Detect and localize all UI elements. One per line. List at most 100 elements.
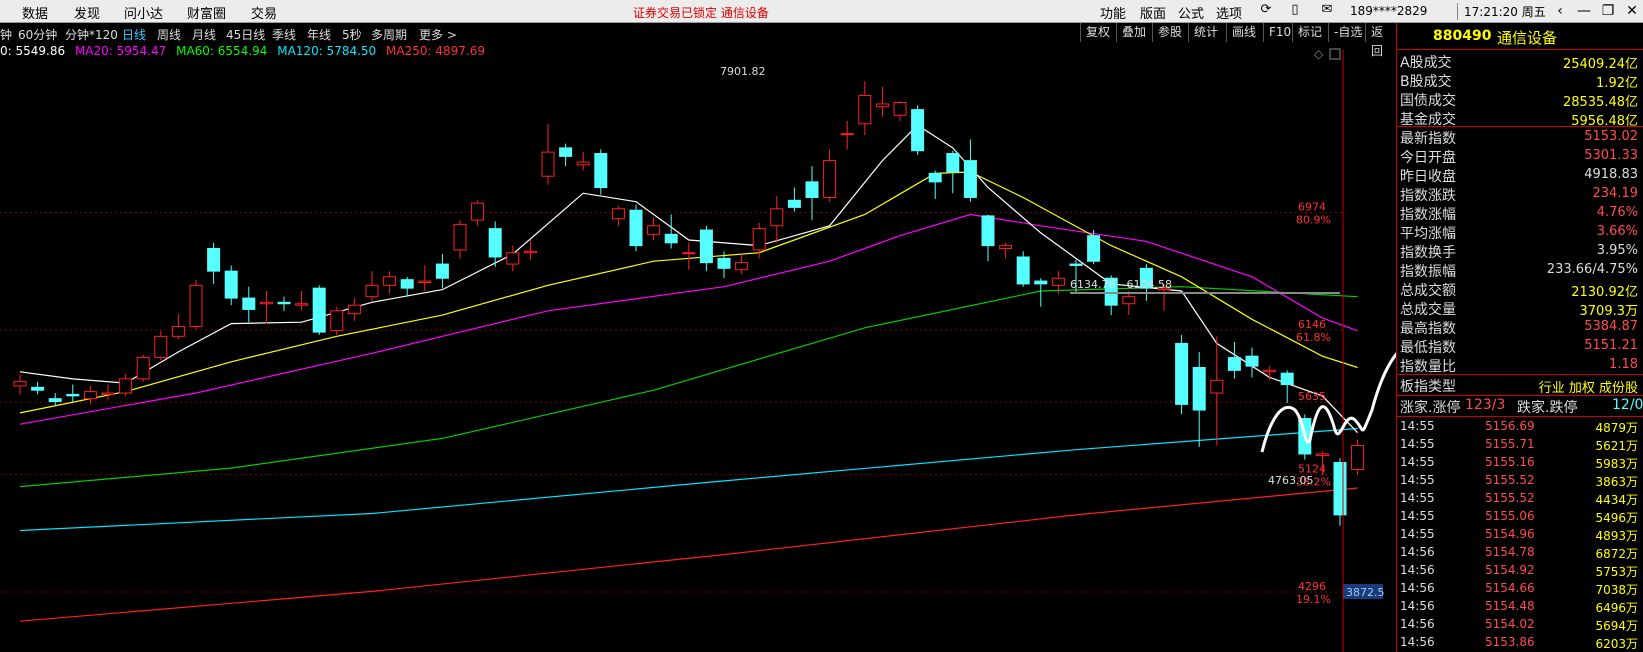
- back-icon[interactable]: ‹: [1548, 1, 1572, 21]
- tick-volume: 6203万: [1595, 637, 1638, 651]
- quote-panel: 880490 通信设备 A股成交 25409.24亿 B股成交 1.92亿 国债成交 28…: [1396, 23, 1643, 652]
- candle-body: [242, 297, 256, 310]
- stat-row: 国债成交 28535.48亿: [1397, 89, 1643, 110]
- candle-body: [963, 160, 977, 198]
- candle-body: [823, 160, 837, 198]
- candle-body: [171, 325, 185, 337]
- low-label: 4763.05: [1268, 474, 1314, 487]
- updown-field: 12/0: [1612, 397, 1643, 413]
- tick-row: 14:56 5153.86 6203万: [1397, 634, 1643, 652]
- candle-body: [735, 262, 749, 271]
- ma-green-line: [19, 286, 1358, 488]
- stat-row: 指数换手 3.95%: [1397, 241, 1643, 261]
- candles: [13, 81, 1365, 526]
- kline-chart[interactable]: 697480.9%614661.8%5635512438.2%429619.1%…: [0, 0, 1396, 652]
- tick-time: 14:56: [1400, 563, 1435, 577]
- tick-volume: 4893万: [1595, 529, 1638, 543]
- tick-time: 14:56: [1400, 617, 1435, 631]
- tick-price: 5156.69: [1485, 419, 1535, 433]
- high-label: 7901.82: [720, 65, 766, 78]
- restore-icon[interactable]: ❐: [1596, 1, 1620, 21]
- stat-label: 指数涨跌: [1400, 188, 1456, 204]
- candle-body: [31, 386, 45, 391]
- candle-body: [611, 208, 625, 220]
- stat-row: 指数涨跌 234.19: [1397, 184, 1643, 204]
- expand-icon[interactable]: [1329, 48, 1341, 60]
- candle-body: [1227, 357, 1241, 371]
- tick-price: 5153.86: [1485, 635, 1535, 649]
- stat-row: 指数振幅 233.66/4.75%: [1397, 260, 1643, 280]
- stat-label: B股成交: [1400, 74, 1452, 90]
- candle-body: [1315, 453, 1329, 456]
- tick-row: 14:56 5154.78 6872万: [1397, 544, 1643, 562]
- candle-body: [488, 228, 502, 258]
- tick-volume: 4879万: [1595, 421, 1638, 435]
- stat-label: 指数振幅: [1400, 264, 1456, 280]
- stat-label: 今日开盘: [1400, 150, 1456, 166]
- stat-value: 233.66/4.75%: [1546, 262, 1638, 277]
- ma-lines: [19, 124, 1359, 622]
- tick-volume: 5694万: [1595, 619, 1638, 633]
- stat-row: 平均涨幅 3.66%: [1397, 222, 1643, 242]
- candle-body: [1122, 296, 1136, 305]
- tick-volume: 5753万: [1595, 565, 1638, 579]
- candle-body: [136, 357, 150, 380]
- y-tick-price: 6974: [1298, 200, 1326, 213]
- tick-volume: 4434万: [1595, 493, 1638, 507]
- stat-value: 5301.33: [1584, 148, 1638, 163]
- stat-value: 5151.21: [1584, 338, 1638, 353]
- stat-label: 指数换手: [1400, 245, 1456, 261]
- candle-body: [559, 147, 573, 157]
- stat-row: 今日开盘 5301.33: [1397, 146, 1643, 166]
- candle-body: [999, 245, 1013, 249]
- candle-body: [928, 172, 942, 183]
- tick-price: 5154.92: [1485, 563, 1535, 577]
- tick-time: 14:56: [1400, 545, 1435, 559]
- ma-cyan-line: [19, 427, 1358, 532]
- stat-row: A股成交 25409.24亿: [1397, 51, 1643, 72]
- candle-body: [805, 181, 819, 198]
- candle-body: [946, 153, 960, 173]
- candle-body: [541, 151, 555, 177]
- candle-body: [576, 161, 590, 166]
- stat-label: 国债成交: [1400, 93, 1456, 109]
- board-type-value[interactable]: 行业 加权 成份股: [1539, 377, 1638, 396]
- settings-icon[interactable]: ◇: [1314, 47, 1324, 61]
- candle-body: [13, 381, 27, 387]
- tick-row: 14:56 5154.92 5753万: [1397, 562, 1643, 580]
- tick-price: 5155.71: [1485, 437, 1535, 451]
- tick-time: 14:55: [1400, 473, 1435, 487]
- tick-time: 14:55: [1400, 437, 1435, 451]
- y-tick-pct: 61.8%: [1296, 331, 1331, 344]
- stat-row: 昨日收盘 4918.83: [1397, 165, 1643, 185]
- close-icon[interactable]: ✕: [1620, 1, 1643, 21]
- stat-value: 1.18: [1609, 357, 1638, 372]
- y-tick-price: 5635: [1298, 390, 1326, 403]
- candle-body: [66, 393, 80, 397]
- candle-body: [981, 215, 995, 247]
- candle-body: [383, 276, 397, 286]
- minimize-icon[interactable]: —: [1572, 1, 1596, 21]
- candle-body: [1034, 280, 1048, 285]
- quote-header: 880490 通信设备: [1397, 23, 1643, 50]
- candle-body: [523, 250, 537, 254]
- updown-field: 跌家.跌停: [1517, 400, 1578, 416]
- candle-body: [101, 392, 115, 395]
- board-type-label: 板指类型: [1400, 379, 1456, 395]
- stat-label: 指数量比: [1400, 359, 1456, 375]
- candle-body: [594, 153, 608, 189]
- tick-row: 14:55 5155.06 5496万: [1397, 508, 1643, 526]
- separator: [1397, 416, 1643, 417]
- tick-row: 14:55 5155.71 5621万: [1397, 436, 1643, 454]
- stat-label: 最高指数: [1400, 321, 1456, 337]
- tick-time: 14:55: [1400, 509, 1435, 523]
- clock: 17:21:20 周五: [1457, 3, 1546, 20]
- stat-value: 5153.02: [1584, 129, 1638, 144]
- candle-body: [119, 378, 133, 394]
- candle-body: [893, 102, 907, 116]
- candle-body: [1280, 372, 1294, 386]
- y-tick-pct: 19.1%: [1296, 593, 1331, 606]
- candle-body: [647, 225, 661, 235]
- stat-row: B股成交 1.92亿: [1397, 70, 1643, 91]
- y-axis: 697480.9%614661.8%5635512438.2%429619.1%: [1296, 200, 1331, 606]
